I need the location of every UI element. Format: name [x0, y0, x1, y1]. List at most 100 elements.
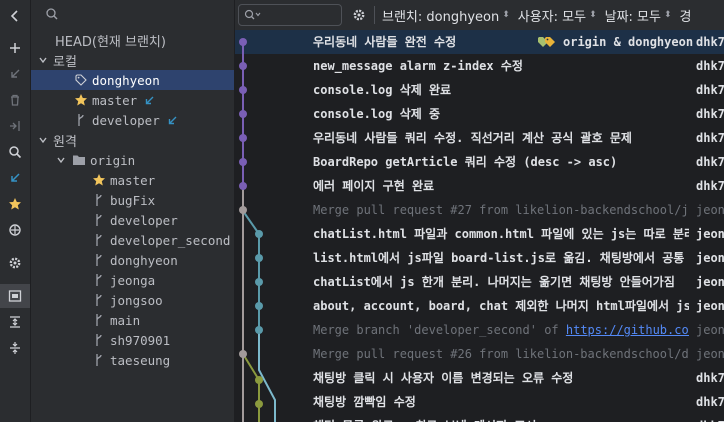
remote-branch-developer[interactable]: developer: [31, 210, 234, 230]
branch-icon: [91, 193, 107, 207]
commit-row[interactable]: about, account, board, chat 제외한 나머지 html…: [235, 294, 724, 318]
gear-icon[interactable]: [0, 251, 30, 275]
commit-row[interactable]: console.log 삭제 중 dhk7: [235, 102, 724, 126]
chevron-down-icon[interactable]: [37, 135, 49, 145]
commit-row[interactable]: 에러 페이지 구현 완료 dhk7: [235, 174, 724, 198]
commit-author: jeon: [696, 203, 724, 217]
commit-row[interactable]: 우리동네 사람들 완전 수정 origin & donghyeon dhk7: [235, 30, 724, 54]
commit-author: dhk7: [696, 395, 724, 409]
commit-row[interactable]: Merge pull request #27 from likelion-bac…: [235, 198, 724, 222]
commit-node[interactable]: [255, 278, 263, 286]
branch-label: master: [92, 92, 138, 108]
path-filter[interactable]: 경: [680, 6, 692, 25]
checkout-arrow-icon[interactable]: [0, 62, 30, 86]
merge-icon[interactable]: [0, 114, 30, 138]
commit-node[interactable]: [255, 302, 263, 310]
path-filter-label: 경: [679, 9, 692, 25]
commit-node[interactable]: [255, 376, 263, 384]
commit-author: dhk7: [696, 59, 724, 73]
remote-origin[interactable]: origin: [31, 150, 234, 170]
commit-row[interactable]: 우리동네 사람들 쿼리 수정. 직선거리 계산 공식 괄호 문제 dhk7: [235, 126, 724, 150]
commit-node[interactable]: [239, 182, 247, 190]
commit-message: console.log 삭제 중: [313, 107, 441, 121]
commit-node[interactable]: [239, 134, 247, 142]
commit-author: jeon: [696, 347, 724, 361]
graph-line-olive: [242, 353, 260, 422]
commit-row[interactable]: Merge pull request #26 from likelion-bac…: [235, 342, 724, 366]
commit-row[interactable]: chatList.html 파일과 common.html 파일에 있는 js는…: [235, 222, 724, 246]
collapse-all-icon[interactable]: [0, 336, 30, 360]
commit-node[interactable]: [239, 62, 247, 70]
commit-message-text: Merge branch 'developer_second' of: [313, 323, 566, 337]
search-icon[interactable]: [0, 140, 30, 164]
branch-icon: [91, 213, 107, 227]
commit-node[interactable]: [255, 400, 263, 408]
branch-label: donghyeon: [92, 72, 160, 88]
commit-author: jeon: [696, 323, 724, 337]
remote-branch-developer-second[interactable]: developer_second: [31, 230, 234, 250]
commit-row[interactable]: 채팅방 클릭 시 사용자 이름 변경되는 오류 수정 dhk7: [235, 366, 724, 390]
commit-node[interactable]: [239, 110, 247, 118]
tag-icon: [538, 37, 555, 47]
commit-node[interactable]: [255, 230, 263, 238]
remote-branch-taeseung[interactable]: taeseung: [31, 350, 234, 370]
remote-branch-jeonga[interactable]: jeonga: [31, 270, 234, 290]
plus-icon[interactable]: [0, 36, 30, 60]
date-filter-label: 날짜: 모두: [604, 9, 661, 25]
remote-branch-jongsoo[interactable]: jongsoo: [31, 290, 234, 310]
commit-node[interactable]: [239, 158, 247, 166]
branch-label: master: [110, 172, 156, 188]
remote-branch-donghyeon[interactable]: donghyeon: [31, 250, 234, 270]
remote-branch-main[interactable]: main: [31, 310, 234, 330]
remote-branch-sh970901[interactable]: sh970901: [31, 330, 234, 350]
group-by-icon[interactable]: [0, 284, 30, 308]
local-branch-developer[interactable]: developer: [31, 110, 234, 130]
expand-all-icon[interactable]: [0, 310, 30, 334]
commit-message: Merge pull request #26 from likelion-bac…: [313, 347, 689, 361]
remote-group[interactable]: 원격: [31, 130, 234, 150]
head-node[interactable]: HEAD(현재 브랜치): [31, 30, 234, 50]
local-branch-donghyeon[interactable]: donghyeon: [31, 70, 234, 90]
remote-branch-master[interactable]: master: [31, 170, 234, 190]
star-icon: [73, 93, 89, 107]
date-filter[interactable]: 날짜: 모두 ⬍: [605, 6, 672, 25]
commit-node[interactable]: [255, 326, 263, 334]
local-group[interactable]: 로컬: [31, 50, 234, 70]
chevron-down-icon[interactable]: [37, 55, 49, 65]
chevron-left-icon[interactable]: [0, 4, 30, 28]
crosshair-icon[interactable]: [0, 218, 30, 242]
commit-node[interactable]: [239, 206, 247, 214]
commit-row[interactable]: new_message alarm z-index 수정 dhk7: [235, 54, 724, 78]
user-filter[interactable]: 사용자: 모두 ⬍: [518, 6, 597, 25]
commit-node[interactable]: [239, 350, 247, 358]
star-icon: [91, 173, 107, 187]
commit-node[interactable]: [239, 38, 247, 46]
gear-icon[interactable]: [352, 8, 366, 22]
trash-icon[interactable]: [0, 88, 30, 112]
branch-filter[interactable]: 브랜치: donghyeon ⬍: [382, 6, 510, 25]
commit-link[interactable]: https://github.com/: [566, 323, 689, 337]
remote-branch-bugfix[interactable]: bugFix: [31, 190, 234, 210]
head-label: HEAD(현재 브랜치): [55, 34, 166, 50]
star-icon[interactable]: [0, 192, 30, 216]
branch-label: developer: [110, 212, 178, 228]
chevron-down-icon[interactable]: [55, 155, 67, 165]
commit-message: Merge branch 'developer_second' of https…: [313, 318, 689, 342]
commit-row[interactable]: BoardRepo getArticle 쿼리 수정 (desc -> asc)…: [235, 150, 724, 174]
local-branch-master[interactable]: master: [31, 90, 234, 110]
commit-row[interactable]: console.log 삭제 완료 dhk7: [235, 78, 724, 102]
commit-row[interactable]: chatList에서 js 한개 분리. 나머지는 옮기면 채팅방 안들어가짐 …: [235, 270, 724, 294]
branch-label: bugFix: [110, 192, 156, 208]
chevron-down-icon: ⬍: [502, 10, 510, 20]
commit-node[interactable]: [255, 254, 263, 262]
branch-filter-label: 브랜치: donghyeon: [382, 9, 500, 25]
log-search-input[interactable]: [238, 4, 342, 26]
compare-arrow-icon[interactable]: [0, 166, 30, 190]
commit-row[interactable]: 채팅방 깜빡임 수정 dhk7: [235, 390, 724, 414]
branch-search[interactable]: [45, 6, 59, 25]
commit-row[interactable]: 채팅 목록 완료 - 최근 보낸 메시지 표시 dhk7: [235, 414, 724, 422]
commit-author: dhk7: [696, 155, 724, 169]
commit-node[interactable]: [239, 86, 247, 94]
commit-row[interactable]: list.html에서 js파일 board-list.js로 옮김. 채팅방에…: [235, 246, 724, 270]
commit-row[interactable]: Merge branch 'developer_second' of https…: [235, 318, 724, 342]
